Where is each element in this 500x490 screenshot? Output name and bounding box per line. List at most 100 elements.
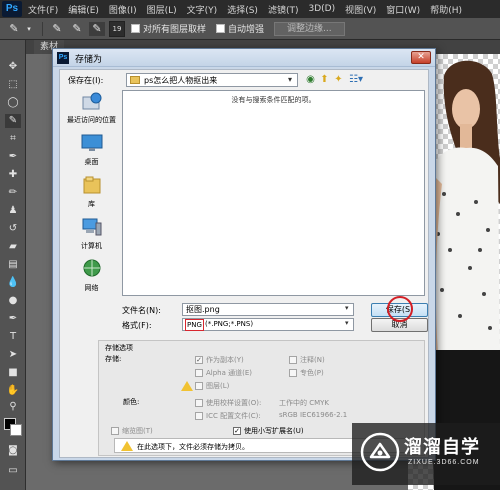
watermark: 溜溜自学 ZIXUE.3D66.COM (352, 423, 500, 485)
brush-tool-icon[interactable]: ✏ (5, 186, 21, 200)
network-icon (83, 259, 101, 277)
place-label-recent: 最近访问的位置 (67, 116, 116, 124)
options-bar: ✎ ▾ ✎ ✎ ✎ 19 对所有图层取样 自动增强 调整边缘... (0, 18, 500, 40)
add-to-selection-icon[interactable]: ✎ (69, 22, 85, 36)
healing-brush-icon[interactable]: ✚ (5, 168, 21, 182)
path-selection-icon[interactable]: ➤ (5, 348, 21, 362)
color-label: 颜色: (123, 398, 140, 406)
layers-checkbox (195, 382, 203, 390)
new-selection-icon[interactable]: ✎ (49, 22, 65, 36)
close-button[interactable]: ✕ (411, 51, 431, 64)
lowercase-ext-checkbox[interactable]: ✓ (233, 427, 241, 435)
menu-layer[interactable]: 图层(L) (147, 3, 177, 16)
layers-label: 图层(L) (206, 382, 230, 390)
sample-all-layers-checkbox[interactable] (131, 24, 140, 33)
watermark-logo-icon (360, 432, 400, 472)
new-folder-icon[interactable]: ✦ (332, 73, 345, 86)
photoshop-icon: Ps (57, 52, 69, 64)
dialog-titlebar[interactable]: Ps 存储为 ✕ (53, 49, 435, 67)
zoom-tool-icon[interactable]: ⚲ (5, 400, 21, 414)
auto-enhance-checkbox[interactable] (216, 24, 226, 33)
background-color-swatch[interactable] (10, 424, 22, 436)
place-network[interactable]: 网络 (63, 258, 120, 298)
refine-edge-button[interactable]: 调整边缘... (274, 21, 345, 36)
libraries-icon (83, 176, 101, 194)
gradient-tool-icon[interactable]: ▤ (5, 258, 21, 272)
dropdown-arrow-icon[interactable]: ▾ (26, 22, 32, 36)
crop-tool-icon[interactable]: ⌗ (5, 132, 21, 146)
save-label: 存储: (105, 355, 122, 363)
menu-view[interactable]: 视图(V) (345, 3, 376, 16)
proof-setup-value: 工作中的 CMYK (279, 399, 330, 407)
menu-window[interactable]: 窗口(W) (386, 3, 420, 16)
menu-3d[interactable]: 3D(D) (308, 4, 335, 14)
computer-icon (82, 218, 102, 236)
format-dropdown[interactable]: PNG (*.PNG;*.PNS) ▾ (182, 318, 354, 331)
menu-select[interactable]: 选择(S) (227, 3, 258, 16)
back-icon[interactable]: ◉ (304, 73, 317, 86)
icc-profile-label: ICC 配置文件(C): (206, 412, 261, 420)
history-brush-icon[interactable]: ↺ (5, 222, 21, 236)
quick-selection-tool-icon[interactable]: ✎ (6, 22, 22, 36)
hand-tool-icon[interactable]: ✋ (5, 384, 21, 398)
thumbnail-label: 缩览图(T) (122, 427, 153, 435)
move-tool-icon[interactable]: ✥ (5, 60, 21, 74)
filename-field[interactable]: 抠图.png ▾ (182, 303, 354, 316)
menu-filter[interactable]: 滤镜(T) (268, 3, 299, 16)
icc-profile-value: sRGB IEC61966-2.1 (279, 411, 348, 419)
type-tool-icon[interactable]: T (5, 330, 21, 344)
place-label-libraries: 库 (88, 200, 95, 208)
menu-type[interactable]: 文字(Y) (187, 3, 218, 16)
place-label-desktop: 桌面 (84, 158, 99, 166)
save-highlight-circle (387, 296, 413, 322)
quick-selection-tool-icon[interactable]: ✎ (5, 114, 21, 128)
menu-bar: Ps 文件(F) 编辑(E) 图像(I) 图层(L) 文字(Y) 选择(S) 滤… (0, 0, 500, 18)
menu-help[interactable]: 帮助(H) (430, 3, 462, 16)
dialog-title: 存储为 (75, 55, 103, 65)
file-list[interactable]: 没有与搜索条件匹配的项。 (122, 90, 425, 296)
dodge-tool-icon[interactable]: ● (5, 294, 21, 308)
blur-tool-icon[interactable]: 💧 (5, 276, 21, 290)
place-desktop[interactable]: 桌面 (63, 132, 120, 172)
lasso-tool-icon[interactable]: ◯ (5, 96, 21, 110)
chevron-down-icon: ▾ (345, 319, 349, 327)
format-description: (*.PNG;*.PNS) (205, 320, 254, 328)
brush-size-picker[interactable]: 19 (109, 20, 125, 37)
chevron-down-icon: ▾ (345, 304, 349, 312)
place-libraries[interactable]: 库 (63, 174, 120, 214)
menu-edit[interactable]: 编辑(E) (68, 3, 99, 16)
sample-all-layers-label: 对所有图层取样 (143, 25, 207, 35)
up-folder-icon[interactable]: ⬆ (318, 73, 331, 86)
save-in-label: 保存在(I): (68, 76, 104, 85)
place-computer[interactable]: 计算机 (63, 216, 120, 256)
use-proof-setup-checkbox (195, 399, 203, 407)
desktop-icon (81, 134, 103, 151)
format-ext-highlight: PNG (185, 319, 204, 331)
view-menu-icon[interactable]: ☷▾ (346, 73, 366, 86)
place-label-network: 网络 (84, 284, 99, 292)
spot-colors-checkbox (289, 369, 297, 377)
pen-tool-icon[interactable]: ✒ (5, 312, 21, 326)
watermark-title: 溜溜自学 (404, 437, 480, 458)
use-proof-setup-label: 使用校样设置(O): (206, 399, 262, 407)
screen-mode-icon[interactable]: ▭ (5, 464, 21, 478)
marquee-tool-icon[interactable]: ⬚ (5, 78, 21, 92)
chevron-down-icon: ▾ (288, 75, 293, 84)
eraser-tool-icon[interactable]: ▰ (5, 240, 21, 254)
quick-mask-icon[interactable]: ◙ (5, 444, 21, 458)
place-label-computer: 计算机 (81, 242, 102, 250)
spot-colors-label: 专色(P) (300, 369, 324, 377)
dialog-body: 保存在(I): ps怎么把人物抠出来 ▾ ◉ ⬆ ✦ ☷▾ 最近访问的位置 桌面… (59, 69, 429, 458)
clone-stamp-icon[interactable]: ♟ (5, 204, 21, 218)
eyedropper-tool-icon[interactable]: ✒ (5, 150, 21, 164)
alpha-channels-label: Alpha 通道(E) (206, 369, 253, 377)
save-as-dialog: Ps 存储为 ✕ 保存在(I): ps怎么把人物抠出来 ▾ ◉ ⬆ ✦ ☷▾ 最… (52, 48, 436, 461)
menu-image[interactable]: 图像(I) (109, 3, 137, 16)
place-recent[interactable]: 最近访问的位置 (63, 90, 120, 130)
menu-file[interactable]: 文件(F) (28, 3, 58, 16)
as-copy-checkbox: ✓ (195, 356, 203, 364)
save-location-dropdown[interactable]: ps怎么把人物抠出来 ▾ (126, 73, 298, 87)
filename-label: 文件名(N): (122, 306, 161, 315)
subtract-selection-icon[interactable]: ✎ (89, 21, 105, 36)
rectangle-tool-icon[interactable]: ■ (5, 366, 21, 380)
